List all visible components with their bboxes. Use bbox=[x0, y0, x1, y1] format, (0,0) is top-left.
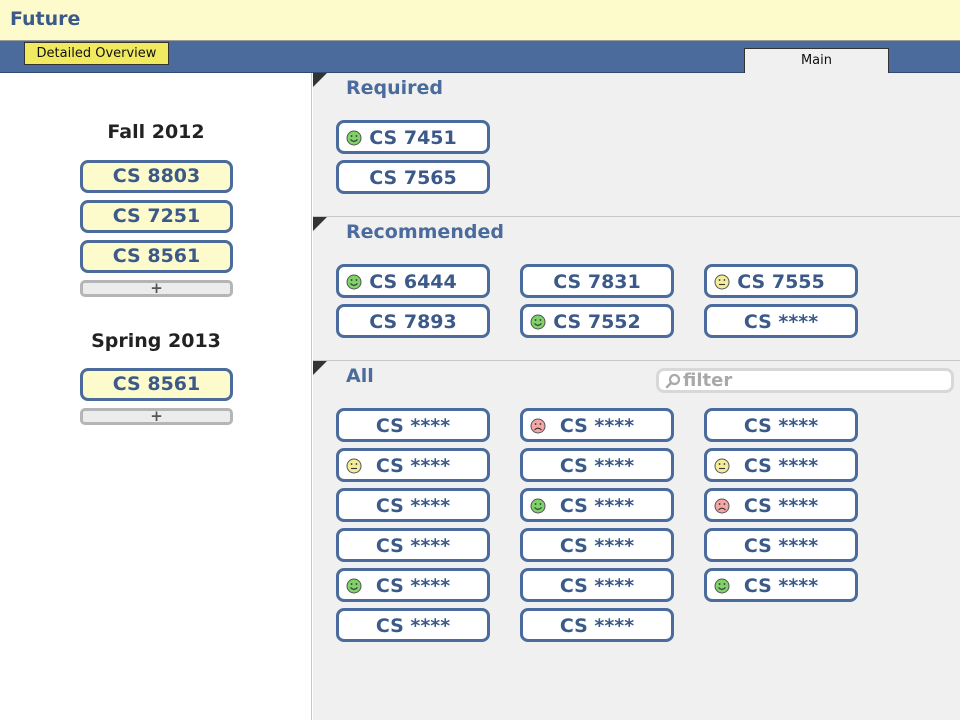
course-browser: Required Recommended All CS 7451CS 7565 … bbox=[313, 73, 960, 720]
course-tile[interactable]: CS **** bbox=[704, 304, 858, 338]
planned-course-slot[interactable]: CS 8561 bbox=[80, 368, 233, 401]
course-code: CS 7831 bbox=[553, 271, 641, 293]
course-code: CS **** bbox=[375, 455, 451, 477]
section-title-recommended: Recommended bbox=[346, 221, 504, 243]
section-title-required: Required bbox=[346, 77, 444, 99]
course-code: CS **** bbox=[743, 311, 819, 333]
planned-course-slot[interactable]: CS 7251 bbox=[80, 200, 233, 233]
section-divider bbox=[313, 360, 960, 361]
course-code: CS **** bbox=[559, 535, 635, 557]
course-tile[interactable]: CS **** bbox=[520, 448, 674, 482]
filter-input[interactable] bbox=[683, 371, 943, 390]
course-code: CS **** bbox=[559, 615, 635, 637]
course-code: CS **** bbox=[559, 455, 635, 477]
course-code: CS 7451 bbox=[369, 127, 457, 149]
course-code: CS 7893 bbox=[369, 311, 457, 333]
course-code: CS **** bbox=[559, 495, 635, 517]
app-title: Future bbox=[10, 8, 81, 30]
course-code: CS **** bbox=[743, 415, 819, 437]
course-tile[interactable]: CS **** bbox=[520, 568, 674, 602]
course-code: CS **** bbox=[743, 495, 819, 517]
course-tile[interactable]: CS **** bbox=[336, 608, 490, 642]
course-code: CS **** bbox=[559, 575, 635, 597]
planned-course-slot[interactable]: CS 8803 bbox=[80, 160, 233, 193]
course-tile[interactable]: CS **** bbox=[704, 488, 858, 522]
course-code: CS **** bbox=[375, 615, 451, 637]
course-tile[interactable]: CS **** bbox=[520, 608, 674, 642]
course-tile[interactable]: CS 7565 bbox=[336, 160, 490, 194]
course-tile[interactable]: CS 7831 bbox=[520, 264, 674, 298]
planned-course-slot[interactable]: CS 8561 bbox=[80, 240, 233, 273]
course-tile[interactable]: CS **** bbox=[336, 568, 490, 602]
course-tile[interactable]: CS **** bbox=[336, 488, 490, 522]
course-code: CS 6444 bbox=[369, 271, 457, 293]
course-tile[interactable]: CS **** bbox=[336, 408, 490, 442]
course-tile[interactable]: CS 7552 bbox=[520, 304, 674, 338]
course-code: CS **** bbox=[743, 455, 819, 477]
title-bar: Future bbox=[0, 0, 960, 41]
course-code: CS **** bbox=[743, 535, 819, 557]
section-title-all: All bbox=[346, 365, 374, 387]
course-tile[interactable]: CS 6444 bbox=[336, 264, 490, 298]
section-divider bbox=[313, 216, 960, 217]
course-code: CS **** bbox=[559, 415, 635, 437]
course-tile[interactable]: CS **** bbox=[704, 568, 858, 602]
term-title-fall-2012: Fall 2012 bbox=[107, 121, 205, 143]
detailed-overview-button[interactable]: Detailed Overview bbox=[24, 42, 169, 65]
course-tile[interactable]: CS **** bbox=[520, 488, 674, 522]
course-code: CS **** bbox=[375, 575, 451, 597]
collapse-triangle-icon[interactable] bbox=[313, 217, 327, 231]
course-tile[interactable]: CS 7555 bbox=[704, 264, 858, 298]
search-icon bbox=[665, 373, 681, 389]
course-code: CS 7555 bbox=[737, 271, 825, 293]
course-tile[interactable]: CS **** bbox=[336, 448, 490, 482]
nav-bar: Detailed Overview Main bbox=[0, 41, 960, 73]
course-code: CS **** bbox=[375, 495, 451, 517]
course-tile[interactable]: CS **** bbox=[520, 408, 674, 442]
add-course-button-fall-2012[interactable]: + bbox=[80, 280, 233, 297]
course-tile[interactable]: CS **** bbox=[704, 448, 858, 482]
course-tile[interactable]: CS **** bbox=[336, 528, 490, 562]
filter-box[interactable] bbox=[656, 368, 954, 393]
course-code: CS 7552 bbox=[553, 311, 641, 333]
course-tile[interactable]: CS **** bbox=[520, 528, 674, 562]
course-tile[interactable]: CS **** bbox=[704, 408, 858, 442]
course-tile[interactable]: CS 7893 bbox=[336, 304, 490, 338]
semester-plan-sidebar: Fall 2012 CS 8803 CS 7251 CS 8561 + Spri… bbox=[0, 73, 312, 720]
course-code: CS 7565 bbox=[369, 167, 457, 189]
course-code: CS **** bbox=[743, 575, 819, 597]
add-course-button-spring-2013[interactable]: + bbox=[80, 408, 233, 425]
main-tab-button[interactable]: Main bbox=[744, 48, 889, 73]
collapse-triangle-icon[interactable] bbox=[313, 73, 327, 87]
collapse-triangle-icon[interactable] bbox=[313, 361, 327, 375]
course-code: CS **** bbox=[375, 535, 451, 557]
term-title-spring-2013: Spring 2013 bbox=[91, 330, 221, 352]
course-tile[interactable]: CS 7451 bbox=[336, 120, 490, 154]
course-code: CS **** bbox=[375, 415, 451, 437]
course-tile[interactable]: CS **** bbox=[704, 528, 858, 562]
